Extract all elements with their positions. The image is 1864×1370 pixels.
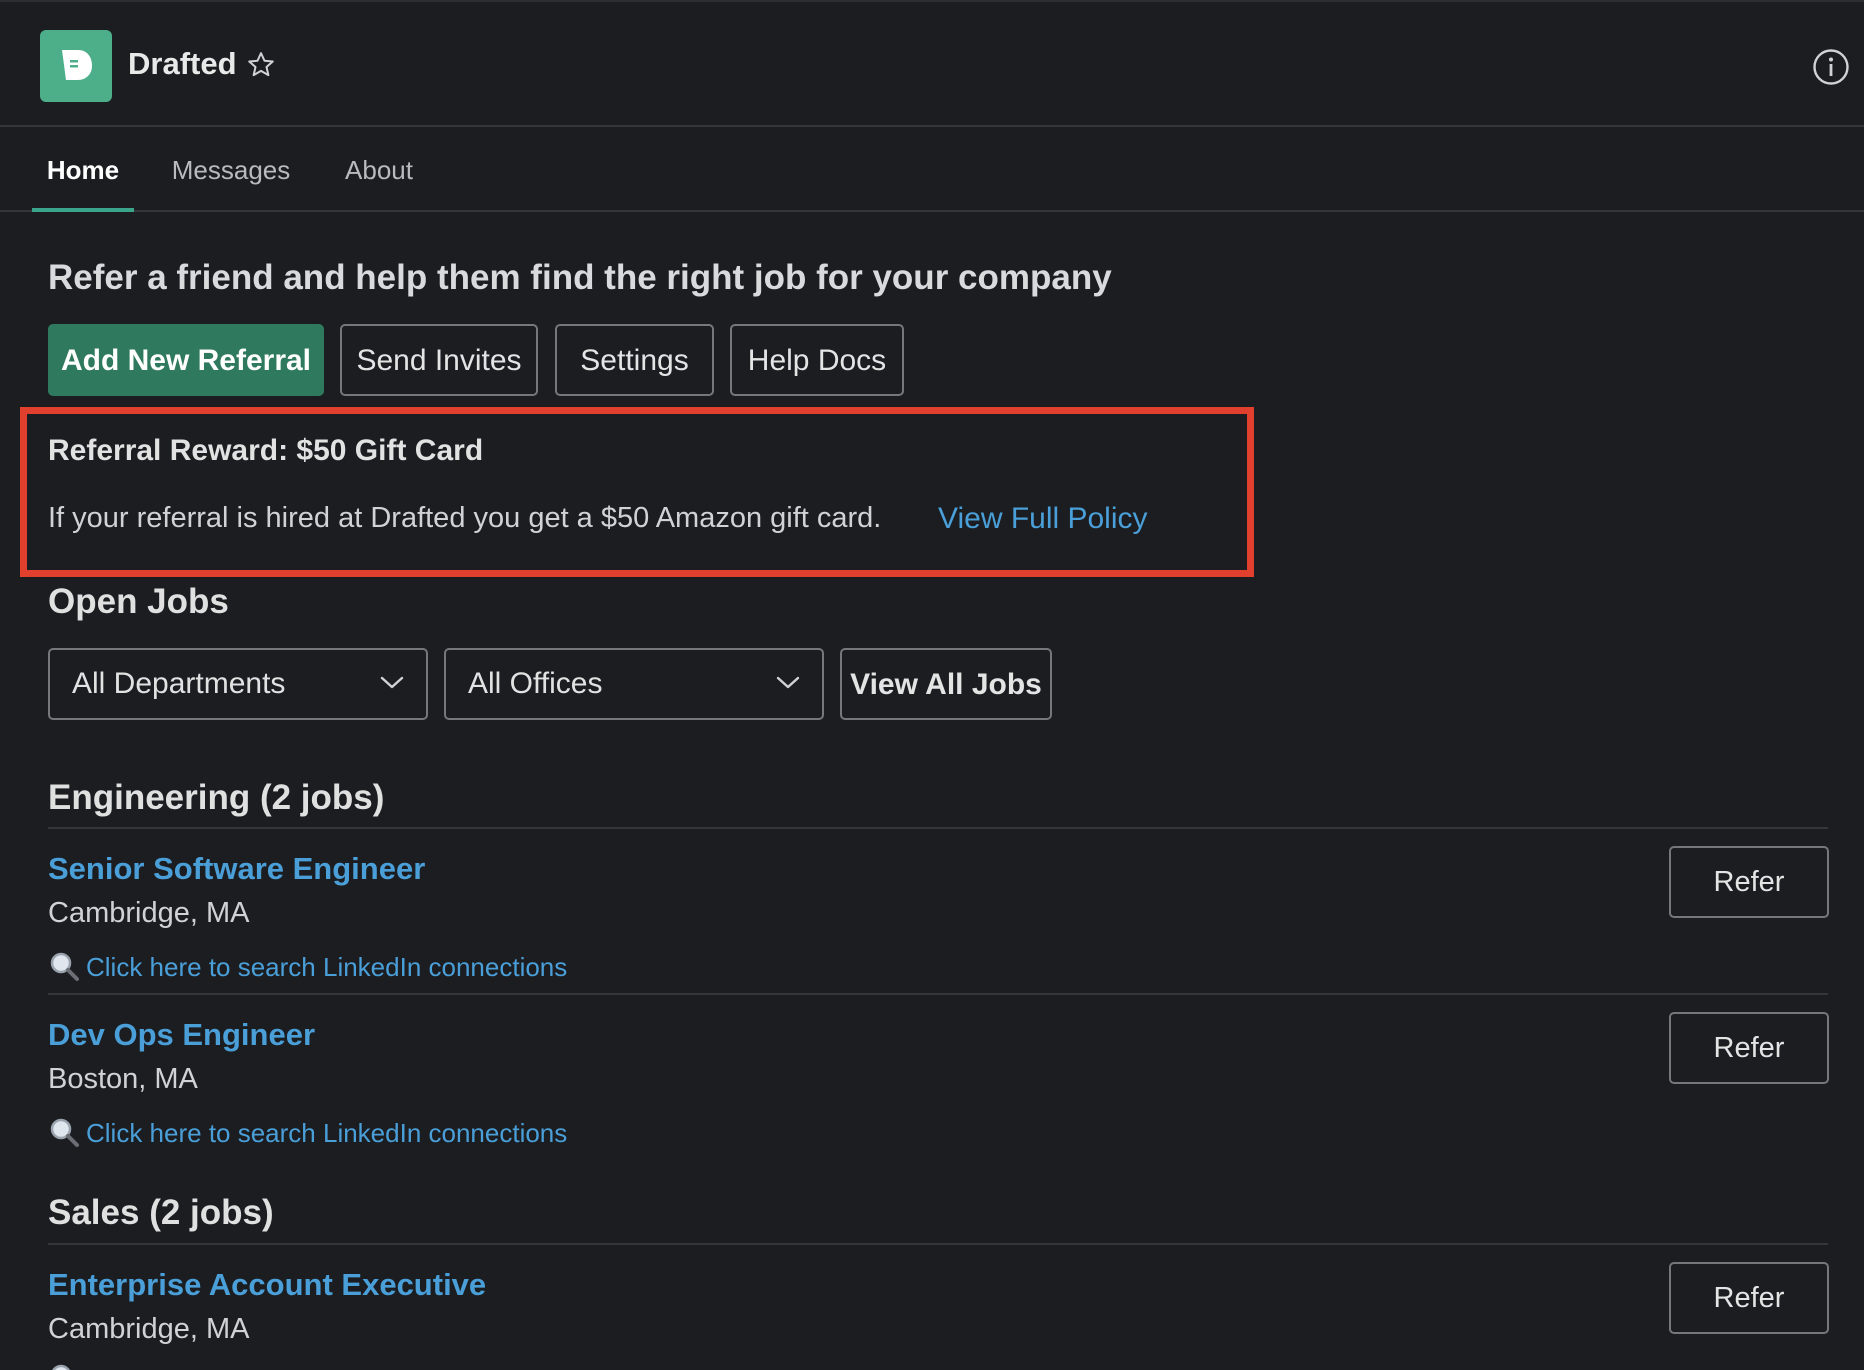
add-new-referral-button[interactable]: Add New Referral [48, 324, 324, 396]
tab-home[interactable]: Home [32, 129, 134, 212]
page-title: Refer a friend and help them find the ri… [48, 258, 1112, 297]
linkedin-search-link[interactable]: Click here to search LinkedIn connection… [86, 952, 567, 983]
app-name: Drafted [128, 46, 237, 81]
job-location: Cambridge, MA [48, 1313, 250, 1345]
section-heading-engineering: Engineering (2 jobs) [48, 778, 385, 817]
star-icon[interactable] [246, 50, 276, 80]
refer-button[interactable]: Refer [1669, 1012, 1829, 1084]
drafted-logo[interactable] [40, 30, 112, 102]
department-select-value: All Departments [72, 667, 286, 700]
magnifier-icon [50, 1118, 79, 1147]
send-invites-button[interactable]: Send Invites [340, 324, 538, 396]
settings-button[interactable]: Settings [555, 324, 714, 396]
section-heading-sales: Sales (2 jobs) [48, 1193, 274, 1232]
linkedin-search-link[interactable]: Click here to search LinkedIn connection… [86, 1118, 567, 1149]
job-title-link[interactable]: Dev Ops Engineer [48, 1017, 315, 1053]
chevron-down-icon [380, 676, 404, 689]
tab-about[interactable]: About [336, 129, 422, 212]
view-full-policy-link[interactable]: View Full Policy [938, 502, 1148, 536]
chevron-down-icon [776, 676, 800, 689]
view-all-jobs-button[interactable]: View All Jobs [840, 648, 1052, 720]
help-docs-button[interactable]: Help Docs [730, 324, 904, 396]
reward-description: If your referral is hired at Drafted you… [48, 502, 882, 534]
office-select-value: All Offices [468, 667, 603, 700]
reward-title: Referral Reward: $50 Gift Card [48, 434, 484, 467]
tab-bar: Home Messages About [0, 129, 1864, 212]
tab-messages[interactable]: Messages [164, 129, 298, 212]
job-divider [48, 993, 1828, 995]
section-divider [48, 827, 1828, 829]
refer-button[interactable]: Refer [1669, 846, 1829, 918]
job-title-link[interactable]: Enterprise Account Executive [48, 1267, 486, 1303]
department-select[interactable]: All Departments [48, 648, 428, 720]
job-title-link[interactable]: Senior Software Engineer [48, 851, 425, 887]
reward-highlight-box [20, 407, 1254, 577]
open-jobs-heading: Open Jobs [48, 582, 229, 621]
job-location: Cambridge, MA [48, 897, 250, 929]
magnifier-icon [50, 952, 79, 981]
magnifier-icon [52, 1364, 70, 1370]
job-location: Boston, MA [48, 1063, 198, 1095]
office-select[interactable]: All Offices [444, 648, 824, 720]
refer-button[interactable]: Refer [1669, 1262, 1829, 1334]
drafted-logo-icon [62, 50, 92, 80]
section-divider [48, 1243, 1828, 1245]
app-header: Drafted [0, 0, 1864, 127]
info-icon[interactable] [1812, 48, 1850, 86]
